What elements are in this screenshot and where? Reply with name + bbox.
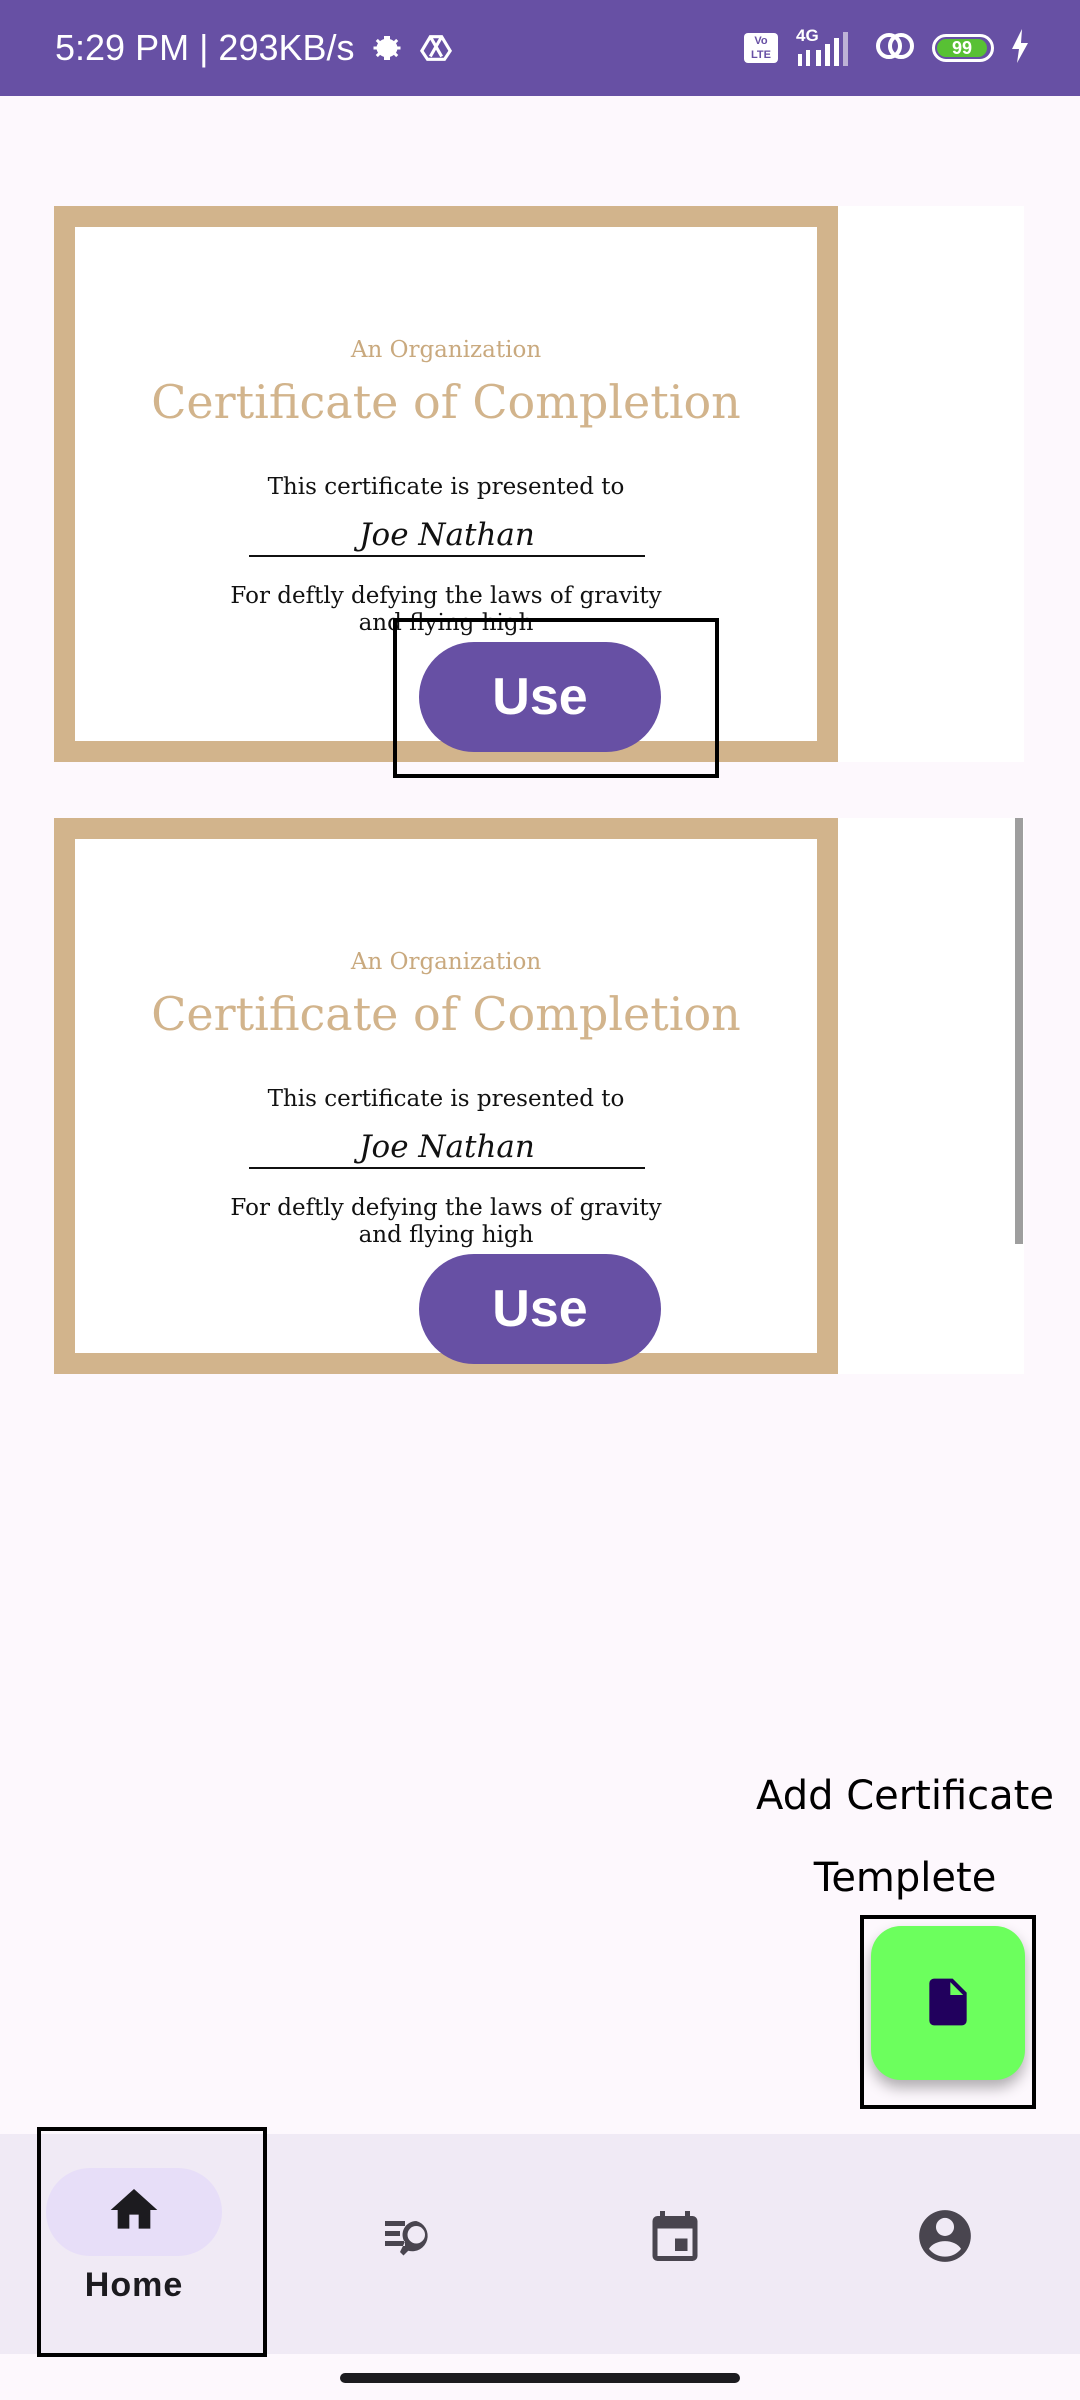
scrollbar[interactable]	[1015, 818, 1023, 1244]
battery-icon: 99	[932, 34, 994, 62]
charging-icon	[1010, 29, 1030, 67]
certificate-title: Certificate of Completion	[151, 987, 741, 1041]
settings-icon	[369, 30, 405, 66]
certificate-presented-text: This certificate is presented to	[267, 1086, 625, 1112]
fab-label: Add Certificate Templete	[740, 1755, 1070, 1919]
nav-label-home: Home	[84, 2266, 184, 2304]
certificate-reason-line1: For deftly defying the laws of gravity	[230, 1195, 662, 1221]
nav-item-home[interactable]: Home	[34, 2134, 234, 2354]
certificate-recipient-name: Joe Nathan	[249, 1129, 645, 1169]
nav-pill	[587, 2194, 763, 2282]
volte-badge: Vo LTE	[744, 33, 778, 63]
certificate-reason: For deftly defying the laws of gravity a…	[75, 583, 817, 637]
certificate-reason: For deftly defying the laws of gravity a…	[75, 1195, 817, 1249]
nav-pill	[857, 2194, 1033, 2282]
certificate-reason-line1: For deftly defying the laws of gravity	[230, 583, 662, 609]
gesture-bar[interactable]	[340, 2373, 740, 2383]
certificate-card-1[interactable]: An Organization Certificate of Completio…	[54, 206, 1024, 762]
use-button[interactable]: Use	[419, 1254, 661, 1364]
certificate-recipient-name: Joe Nathan	[249, 517, 645, 557]
calendar-icon	[645, 2206, 705, 2270]
status-time: 5:29 PM | 293KB/s	[55, 27, 355, 68]
nav-pill	[46, 2168, 222, 2256]
certificate-reason-line2: and flying high	[358, 1222, 534, 1248]
search-list-icon	[375, 2206, 435, 2270]
battery-level: 99	[937, 39, 987, 57]
file-icon	[920, 1974, 976, 2033]
signal-icon: 4G	[794, 26, 858, 68]
bottom-navigation: Home	[0, 2134, 1080, 2354]
add-certificate-template-button[interactable]	[871, 1926, 1025, 2080]
drive-icon	[419, 31, 453, 65]
home-icon	[106, 2182, 162, 2242]
certificate-reason-line2: and flying high	[358, 610, 534, 636]
nav-item-search[interactable]	[305, 2134, 505, 2354]
nav-item-account[interactable]	[845, 2134, 1045, 2354]
status-bar: 5:29 PM | 293KB/s Vo LTE 4G 99	[0, 0, 1080, 96]
link-icon	[874, 28, 916, 68]
certificate-organization: An Organization	[350, 337, 542, 363]
certificate-presented-text: This certificate is presented to	[267, 474, 625, 500]
certificate-organization: An Organization	[350, 949, 542, 975]
status-left: 5:29 PM | 293KB/s	[55, 0, 453, 96]
certificate-title: Certificate of Completion	[151, 375, 741, 429]
nav-item-calendar[interactable]	[575, 2134, 775, 2354]
nav-pill	[317, 2194, 493, 2282]
fab-label-line2: Templete	[813, 1855, 997, 1901]
status-right: Vo LTE 4G 99	[744, 0, 1030, 96]
certificate-card-2[interactable]: An Organization Certificate of Completio…	[54, 818, 1024, 1374]
fab-label-line1: Add Certificate	[756, 1773, 1054, 1819]
use-button[interactable]: Use	[419, 642, 661, 752]
account-icon	[914, 2205, 976, 2271]
